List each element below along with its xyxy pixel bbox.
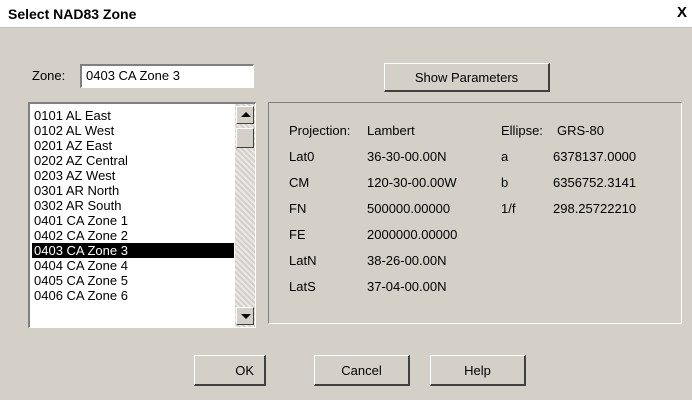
title-bar: Select NAD83 Zone X bbox=[0, 0, 692, 28]
scroll-up-button[interactable] bbox=[236, 106, 254, 124]
window-title: Select NAD83 Zone bbox=[8, 6, 137, 22]
list-scrollbar[interactable] bbox=[235, 104, 255, 327]
show-parameters-button[interactable]: Show Parameters bbox=[384, 63, 550, 92]
cancel-button[interactable]: Cancel bbox=[314, 355, 410, 386]
param-value: 38-26-00.00N bbox=[367, 253, 447, 268]
param-label: Ellipse: bbox=[501, 123, 543, 138]
zone-list-item[interactable]: 0406 CA Zone 6 bbox=[32, 288, 234, 303]
zone-field[interactable]: 0403 CA Zone 3 bbox=[80, 64, 254, 88]
param-label: Projection: bbox=[289, 123, 351, 138]
param-value: 500000.00000 bbox=[367, 201, 451, 216]
zone-list-item[interactable]: 0301 AR North bbox=[32, 183, 234, 198]
param-value: 2000000.00000 bbox=[367, 227, 458, 242]
zone-list-item[interactable]: 0401 CA Zone 1 bbox=[32, 213, 234, 228]
help-button[interactable]: Help bbox=[430, 355, 526, 386]
parameters-panel: Projection: Lambert Lat0 36-30-00.00N CM… bbox=[268, 102, 682, 324]
zone-list-item[interactable]: 0101 AL East bbox=[32, 108, 234, 123]
zone-list-item[interactable]: 0202 AZ Central bbox=[32, 153, 234, 168]
zone-list-item[interactable]: 0405 CA Zone 5 bbox=[32, 273, 234, 288]
zone-list-item[interactable]: 0402 CA Zone 2 bbox=[32, 228, 234, 243]
param-label: FN bbox=[289, 201, 307, 216]
zone-list-item[interactable]: 0403 CA Zone 3 bbox=[32, 243, 234, 258]
param-value: Lambert bbox=[367, 123, 415, 138]
scroll-thumb[interactable] bbox=[236, 128, 254, 148]
param-value: 298.25722210 bbox=[553, 201, 637, 216]
param-label: FE bbox=[289, 227, 306, 242]
param-value: 36-30-00.00N bbox=[367, 149, 447, 164]
param-value: 37-04-00.00N bbox=[367, 279, 447, 294]
scroll-down-button[interactable] bbox=[236, 307, 254, 325]
arrow-up-icon bbox=[241, 112, 251, 117]
param-label: Lat0 bbox=[289, 149, 315, 164]
param-value: 120-30-00.00W bbox=[367, 175, 457, 190]
zone-listbox[interactable]: 0101 AL East 0102 AL West 0201 AZ East 0202… bbox=[28, 102, 256, 328]
close-icon[interactable]: X bbox=[674, 5, 690, 21]
ok-button[interactable]: OK bbox=[194, 355, 266, 386]
param-value: 6378137.0000 bbox=[553, 149, 637, 164]
param-value: 6356752.3141 bbox=[553, 175, 637, 190]
zone-list-item[interactable]: 0102 AL West bbox=[32, 123, 234, 138]
param-value: GRS-80 bbox=[557, 123, 604, 138]
zone-list-item[interactable]: 0302 AR South bbox=[32, 198, 234, 213]
param-label: CM bbox=[289, 175, 310, 190]
param-label: b bbox=[501, 175, 509, 190]
zone-label: Zone: bbox=[32, 68, 66, 83]
param-label: a bbox=[501, 149, 509, 164]
param-label: LatS bbox=[289, 279, 316, 294]
zone-list-item[interactable]: 0404 CA Zone 4 bbox=[32, 258, 234, 273]
zone-list-item[interactable]: 0203 AZ West bbox=[32, 168, 234, 183]
arrow-down-icon bbox=[241, 314, 251, 319]
zone-list: 0101 AL East 0102 AL West 0201 AZ East 0202… bbox=[30, 104, 234, 303]
zone-list-item[interactable]: 0201 AZ East bbox=[32, 138, 234, 153]
param-label: LatN bbox=[289, 253, 317, 268]
param-label: 1/f bbox=[501, 201, 516, 216]
